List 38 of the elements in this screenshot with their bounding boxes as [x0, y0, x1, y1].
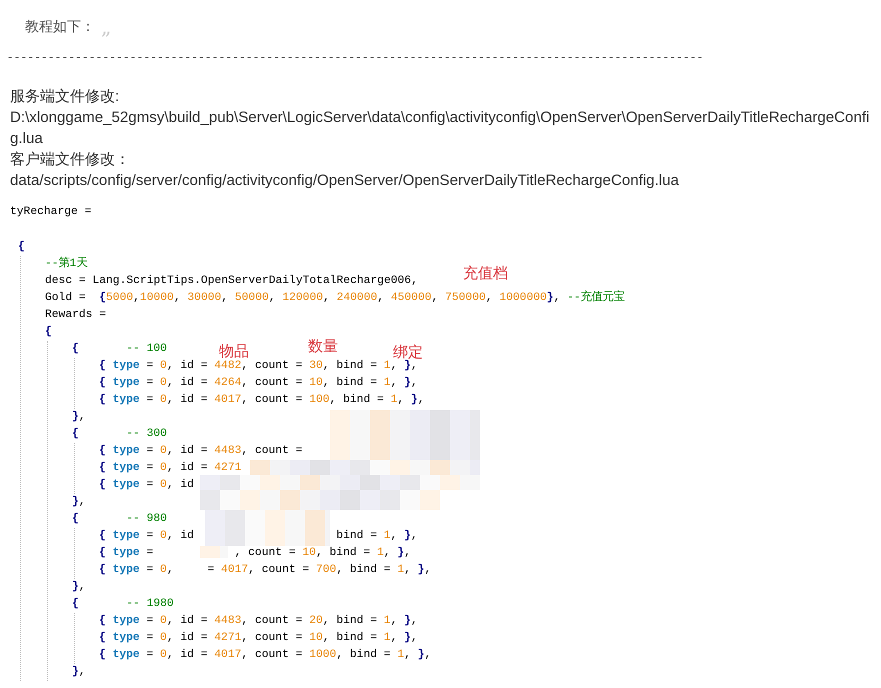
code-line: { type = 0, id = 4482, count = 30, bind = 1, }, — [99, 359, 418, 374]
code-line: tyRecharge = — [10, 206, 92, 218]
code-line: { -- 980 — [72, 512, 167, 527]
file-path: data/scripts/config/server/config/activityconfig/OpenServer/OpenServerDailyTitleRechargeConfig.lua — [10, 171, 680, 191]
code-line: { -- 1980 — [72, 596, 174, 612]
code-line: { -- 300 — [72, 426, 167, 442]
code-line: { — [18, 240, 25, 255]
code-line: { type = 0, id = 4271 — [99, 460, 242, 476]
quote-mark: „ — [101, 17, 112, 37]
separator-line: ------------------------------------------------------------------------------------------------------ — [8, 49, 705, 64]
annotation-text: 物品 — [219, 342, 249, 360]
code-line: { -- 100 — [72, 342, 167, 357]
code-line: { type = 0, id — [99, 478, 194, 493]
code-line: { type = 0, id = 4264, count = 10, bind = 1, }, — [99, 376, 418, 391]
code-line: { type = 0, id = 4271, count = 10, bind = 1, }, — [99, 630, 418, 646]
code-line: { type = 0, id = 4017, count = 1000, bind = 1, }, — [99, 648, 432, 663]
code-line: }, — [72, 664, 86, 680]
code-line: }, — [72, 580, 86, 595]
annotation-text: 绑定 — [393, 343, 423, 361]
code-line: Gold = {5000,10000, 30000, 50000, 120000, 240000, 450000, 750000, 1000000}, --充值元宝 — [45, 290, 625, 306]
annotation-text: 充值档 — [463, 264, 508, 283]
code-line: { type = 0, id bind = 1, }, — [99, 528, 418, 544]
code-line: }, — [72, 410, 86, 425]
code-line: { — [45, 324, 52, 340]
code-line: }, — [72, 494, 86, 510]
intro-text: 教程如下： — [25, 18, 95, 36]
annotation-text: 数量 — [308, 337, 338, 356]
section-heading: 服务端文件修改: — [10, 87, 120, 107]
file-path: D:\xlonggame_52gmsy\build_pub\Server\LogicServer\data\config\activityconfig\OpenServer\OpenServerDailyTitleRechargeConfig.lua — [10, 108, 870, 149]
code-line: { type = 0, id = 4483, count = 20, bind = 1, }, — [99, 614, 418, 629]
code-line: desc = Lang.ScriptTips.OpenServerDailyTotalRecharge006, — [45, 274, 418, 289]
code-line: { type = 0, = 4017, count = 700, bind = 1, }, — [99, 562, 432, 578]
code-line: { type = 0, id = 4017, count = 100, bind = 1, }, — [99, 392, 424, 408]
section-heading: 客户端文件修改： — [10, 150, 131, 170]
code-line: { type = 0, id = 4483, count = — [99, 444, 302, 459]
code-line: Rewards = — [45, 308, 106, 323]
code-line: { type = , count = 10, bind = 1, }, — [99, 546, 411, 561]
code-line: --第1天 — [45, 256, 88, 272]
